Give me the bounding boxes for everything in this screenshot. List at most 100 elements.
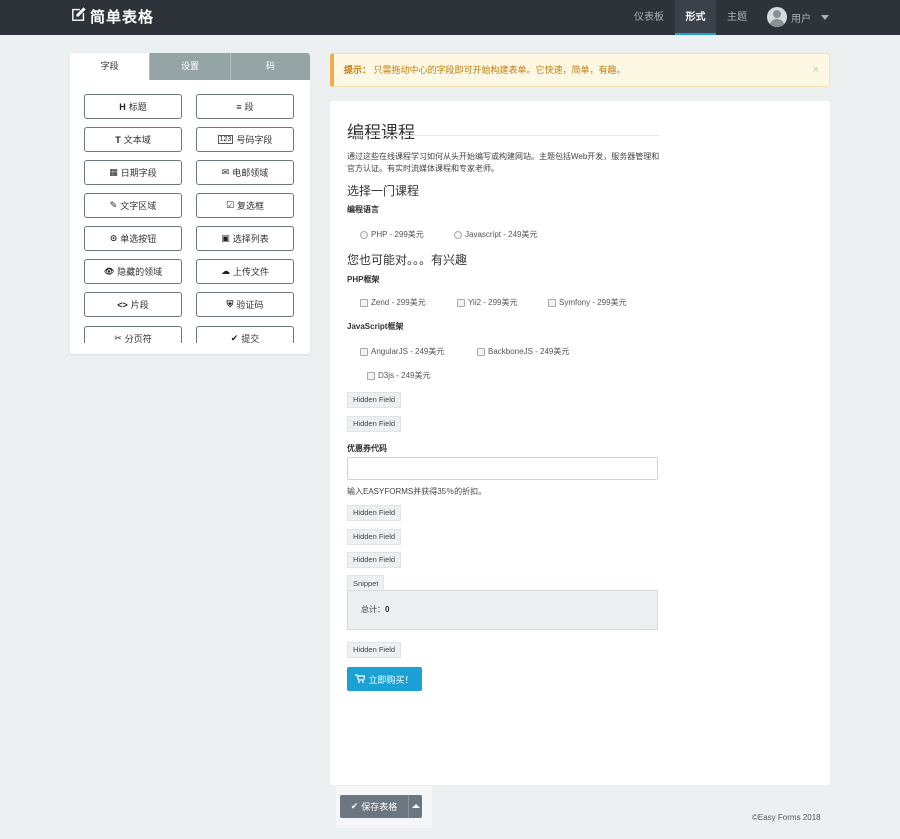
option-label: Symfony - 299美元: [559, 298, 627, 307]
shopping-cart-icon: [355, 673, 367, 685]
checkbox-d3js[interactable]: D3js - 249美元: [367, 370, 430, 381]
checkbox-input[interactable]: [457, 298, 465, 307]
chevron-down-icon: [821, 14, 829, 20]
field-label: 标题: [128, 102, 147, 112]
tab-fields[interactable]: 字段: [70, 53, 150, 80]
field-label: 号码字段: [236, 135, 273, 145]
title-divider: [347, 135, 659, 136]
checkbox-icon: ☑: [225, 200, 235, 210]
field-date-button[interactable]: ▦ 日期字段: [84, 160, 182, 185]
hidden-field-1[interactable]: Hidden Field: [347, 392, 402, 408]
radio-javascript[interactable]: Javascript - 249美元: [454, 229, 537, 240]
field-heading-button[interactable]: H 标题: [84, 94, 182, 119]
field-text-button[interactable]: T 文本域: [84, 127, 182, 152]
js-framework-label: JavaScript框架: [347, 322, 404, 331]
user-menu[interactable]: 用户: [767, 6, 829, 28]
field-snippet-button[interactable]: <> 片段: [84, 292, 182, 317]
field-checkbox-button[interactable]: ☑ 复选框: [196, 193, 294, 218]
total-label: 总计：: [361, 605, 385, 614]
field-radio-button[interactable]: ⊙ 单选按钮: [84, 226, 182, 251]
form-description[interactable]: 通过这些在线课程学习如何从头开始编写或构建网站。主题包括Web开发，服务器管理和…: [347, 151, 667, 175]
field-pagebreak-button[interactable]: ✂ 分页符: [84, 326, 182, 343]
top-navbar: 简单表格 仪表板 形式 主题 用户: [0, 0, 900, 35]
nav-dashboard[interactable]: 仪表板: [625, 0, 673, 35]
checkbox-input[interactable]: [477, 347, 485, 356]
radio-php[interactable]: PHP - 299美元: [360, 229, 424, 240]
radio-input[interactable]: [454, 230, 462, 239]
hidden-field-3[interactable]: Hidden Field: [347, 505, 402, 521]
field-number-button[interactable]: 123 号码字段: [196, 127, 294, 152]
option-label: BackboneJS - 249美元: [488, 347, 570, 356]
checkbox-backbonejs[interactable]: BackboneJS - 249美元: [477, 346, 569, 357]
buy-now-button[interactable]: 立即购买！: [347, 667, 422, 691]
field-email-button[interactable]: ✉ 电邮领域: [196, 160, 294, 185]
field-label: 段: [244, 102, 254, 112]
field-paragraph-button[interactable]: ≡ 段: [196, 94, 294, 119]
hidden-field-5[interactable]: Hidden Field: [347, 552, 402, 568]
checkbox-input[interactable]: [367, 371, 375, 380]
interest-heading[interactable]: 您也可能对。。。有兴趣: [347, 251, 467, 268]
form-title[interactable]: 编程课程: [347, 118, 415, 143]
save-toolbar: ✔ 保存表格: [336, 786, 432, 828]
check-icon: ✔: [230, 333, 239, 343]
envelope-icon: ✉: [221, 167, 230, 177]
nav-themes[interactable]: 主题: [718, 0, 756, 35]
number-icon: 123: [217, 135, 234, 144]
text-field-icon: T: [115, 134, 121, 145]
eye-slash-icon: 👁: [103, 267, 115, 276]
form-canvas: 编程课程 通过这些在线课程学习如何从头开始编写或构建网站。主题包括Web开发，服…: [330, 101, 830, 785]
field-label: 选择列表: [232, 234, 269, 244]
field-label: 分页符: [124, 334, 152, 343]
option-label: Yii2 - 299美元: [468, 298, 518, 307]
coupon-help-text: 输入EASYFORMS并获得35％的折扣。: [347, 487, 487, 496]
paragraph-icon: ≡: [236, 101, 242, 112]
hidden-field-2[interactable]: Hidden Field: [347, 416, 402, 432]
field-label: 上传文件: [232, 267, 269, 277]
save-options-dropdown[interactable]: [408, 795, 422, 818]
field-label: 文字区域: [120, 201, 157, 211]
tab-code[interactable]: 码: [229, 53, 310, 80]
checkbox-zend[interactable]: Zend - 299美元: [360, 297, 426, 308]
code-icon: <>: [117, 299, 128, 310]
footer-copyright: ©Easy Forms 2018: [752, 813, 821, 822]
field-label: 片段: [130, 300, 149, 310]
field-submit-button[interactable]: ✔ 提交: [196, 326, 294, 343]
option-label: PHP - 299美元: [371, 230, 424, 239]
field-label: 日期字段: [120, 168, 157, 178]
field-label: 提交: [241, 334, 260, 343]
field-textarea-button[interactable]: ✎ 文字区域: [84, 193, 182, 218]
checkbox-angularjs[interactable]: AngularJS - 249美元: [360, 346, 444, 357]
checkbox-input[interactable]: [360, 298, 368, 307]
field-label: 文本域: [123, 135, 151, 145]
close-icon[interactable]: ×: [813, 54, 819, 86]
choose-course-heading[interactable]: 选择一门课程: [347, 182, 419, 199]
hidden-field-6[interactable]: Hidden Field: [347, 642, 402, 658]
field-label: 复选框: [237, 201, 265, 211]
avatar: [767, 7, 787, 27]
snippet-total-box[interactable]: 总计：0: [347, 590, 658, 630]
option-label: D3js - 249美元: [378, 371, 431, 380]
coupon-input[interactable]: [347, 457, 658, 480]
hidden-field-4[interactable]: Hidden Field: [347, 529, 402, 545]
checkbox-input[interactable]: [360, 347, 368, 356]
radio-input[interactable]: [360, 230, 368, 239]
brand-logo[interactable]: 简单表格: [70, 6, 154, 27]
field-label: 单选按钮: [120, 234, 157, 244]
total-value: 0: [385, 605, 390, 614]
field-upload-button[interactable]: ☁ 上传文件: [196, 259, 294, 284]
php-framework-label: PHP框架: [347, 275, 380, 284]
tab-settings[interactable]: 设置: [149, 53, 230, 80]
calendar-icon: ▦: [109, 167, 118, 177]
field-captcha-button[interactable]: ⛨ 验证码: [196, 292, 294, 317]
coupon-label: 优惠券代码: [347, 444, 387, 453]
field-palette: 字段 设置 码 H 标题 ≡ 段 T 文本域 123 号码字段 ▦ 日期字段 ✉ 电邮领域 …: [70, 53, 310, 354]
field-hidden-button[interactable]: 👁 隐藏的领域: [84, 259, 182, 284]
checkbox-input[interactable]: [548, 298, 556, 307]
save-form-button[interactable]: ✔ 保存表格: [340, 795, 408, 818]
checkbox-yii2[interactable]: Yii2 - 299美元: [457, 297, 518, 308]
alert-prefix: 提示：: [344, 65, 372, 75]
field-select-button[interactable]: ▣ 选择列表: [196, 226, 294, 251]
checkbox-symfony[interactable]: Symfony - 299美元: [548, 297, 627, 308]
nav-forms[interactable]: 形式: [675, 0, 716, 35]
option-label: Javascript - 249美元: [465, 230, 538, 239]
